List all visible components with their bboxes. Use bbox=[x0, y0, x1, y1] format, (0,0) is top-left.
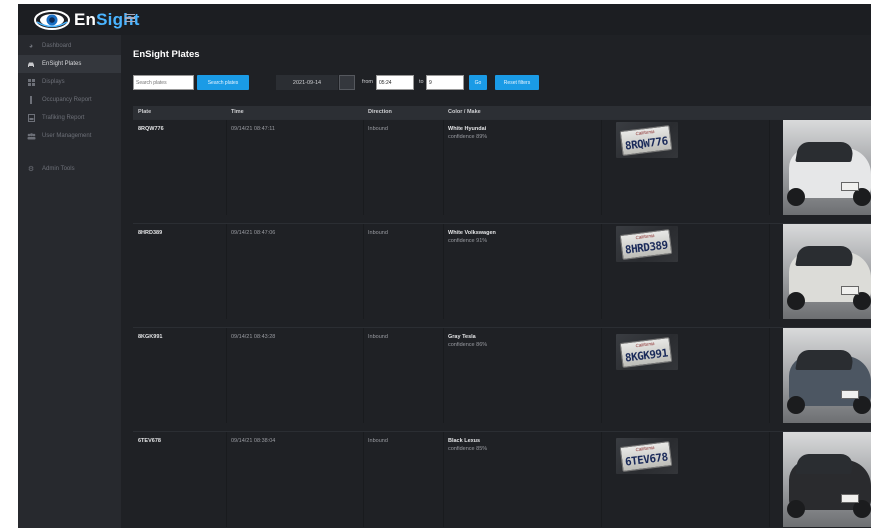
search-input[interactable] bbox=[133, 75, 194, 90]
main-content: EnSight Plates Search plates 2021-09-14 … bbox=[121, 35, 871, 528]
sidebar-item-trafiking-report[interactable]: Trafiking Report bbox=[18, 109, 121, 127]
timestamp: 09/14/21 08:47:06 bbox=[231, 230, 276, 236]
plate-number: 8RQW776 bbox=[138, 126, 164, 132]
reset-filters-button[interactable]: Reset filters bbox=[495, 75, 539, 90]
app-frame: EnSight ◕ Dashboard EnSight Plates Displ… bbox=[0, 0, 871, 528]
sidebar-item-label: EnSight Plates bbox=[42, 61, 82, 67]
users-icon bbox=[26, 131, 36, 141]
car-icon bbox=[26, 59, 36, 69]
sidebar-item-label: Dashboard bbox=[42, 43, 72, 49]
sidebar-item-label: Displays bbox=[42, 79, 65, 85]
direction: Inbound bbox=[368, 438, 388, 444]
sidebar-item-admin-tools[interactable]: ⚙ Admin Tools bbox=[18, 160, 121, 178]
eye-logo-icon bbox=[34, 9, 70, 31]
confidence: confidence 86% bbox=[448, 342, 488, 348]
sidebar-item-label: Admin Tools bbox=[42, 166, 75, 172]
direction: Inbound bbox=[368, 126, 388, 132]
color-make: White Hyundai confidence 89% bbox=[448, 126, 488, 140]
calendar-icon[interactable] bbox=[339, 75, 355, 90]
confidence: confidence 85% bbox=[448, 446, 488, 452]
from-time-input[interactable] bbox=[376, 75, 414, 90]
confidence: confidence 89% bbox=[448, 134, 488, 140]
sidebar-item-ensight-plates[interactable]: EnSight Plates bbox=[18, 55, 121, 73]
plate-number: 8KGK991 bbox=[138, 334, 163, 340]
column-header-time[interactable]: Time bbox=[231, 109, 244, 115]
table-header: Plate Time Direction Color / Make bbox=[133, 106, 871, 119]
vehicle-image[interactable] bbox=[783, 120, 871, 215]
sidebar-item-label: User Management bbox=[42, 133, 92, 139]
vehicle-image[interactable] bbox=[783, 224, 871, 319]
table-row[interactable]: 8KGK991 09/14/21 08:43:28 Inbound Gray T… bbox=[133, 327, 871, 423]
direction: Inbound bbox=[368, 230, 388, 236]
date-field[interactable]: 2021-09-14 bbox=[276, 75, 338, 90]
dashboard-icon: ◕ bbox=[28, 42, 34, 50]
plates-table: Plate Time Direction Color / Make 8RQW77… bbox=[133, 106, 871, 527]
search-plates-button[interactable]: Search plates bbox=[197, 75, 249, 90]
table-row[interactable]: 8RQW776 09/14/21 08:47:11 Inbound White … bbox=[133, 119, 871, 215]
plate-image[interactable]: California 8RQW776 bbox=[616, 122, 678, 158]
sidebar-item-dashboard[interactable]: ◕ Dashboard bbox=[18, 37, 121, 55]
sidebar-item-label: Trafiking Report bbox=[42, 115, 85, 121]
gear-icon: ⚙ bbox=[27, 166, 35, 173]
report-icon bbox=[26, 113, 36, 123]
sidebar-item-occupancy-report[interactable]: Occupancy Report bbox=[18, 91, 121, 109]
table-row[interactable]: 8HRD389 09/14/21 08:47:06 Inbound White … bbox=[133, 223, 871, 319]
sidebar-item-displays[interactable]: Displays bbox=[18, 73, 121, 91]
plate-image[interactable]: California 8HRD389 bbox=[616, 226, 678, 262]
plate-image[interactable]: California 8KGK991 bbox=[616, 334, 678, 370]
to-label: to bbox=[419, 79, 424, 85]
from-label: from bbox=[362, 79, 373, 85]
plate-image[interactable]: California 6TEV678 bbox=[616, 438, 678, 474]
ensight-logo[interactable]: EnSight bbox=[34, 7, 140, 32]
color-make: Gray Tesla confidence 86% bbox=[448, 334, 488, 348]
table-row[interactable]: 6TEV678 09/14/21 08:38:04 Inbound Black … bbox=[133, 431, 871, 527]
direction: Inbound bbox=[368, 334, 388, 340]
vehicle-image[interactable] bbox=[783, 432, 871, 527]
page-title: EnSight Plates bbox=[133, 49, 200, 60]
go-button[interactable]: Go bbox=[469, 75, 487, 90]
color-make: Black Lexus confidence 85% bbox=[448, 438, 488, 452]
color-make: White Volkswagen confidence 91% bbox=[448, 230, 496, 244]
top-bar: EnSight bbox=[18, 4, 871, 35]
hamburger-menu-icon[interactable] bbox=[125, 12, 135, 24]
timestamp: 09/14/21 08:38:04 bbox=[231, 438, 276, 444]
sidebar: ◕ Dashboard EnSight Plates Displays Occu… bbox=[18, 35, 121, 528]
column-header-direction[interactable]: Direction bbox=[368, 109, 392, 115]
confidence: confidence 91% bbox=[448, 238, 488, 244]
plate-number: 6TEV678 bbox=[138, 438, 161, 444]
timestamp: 09/14/21 08:47:11 bbox=[231, 126, 275, 132]
plate-number: 8HRD389 bbox=[138, 230, 163, 236]
vehicle-image[interactable] bbox=[783, 328, 871, 423]
sidebar-item-label: Occupancy Report bbox=[42, 97, 92, 103]
column-header-plate[interactable]: Plate bbox=[138, 109, 151, 115]
timestamp: 09/14/21 08:43:28 bbox=[231, 334, 276, 340]
grid-icon bbox=[26, 77, 36, 87]
bars-icon bbox=[26, 95, 36, 105]
column-header-color-make[interactable]: Color / Make bbox=[448, 109, 481, 115]
to-time-input[interactable] bbox=[426, 75, 464, 90]
sidebar-item-user-management[interactable]: User Management bbox=[18, 127, 121, 145]
